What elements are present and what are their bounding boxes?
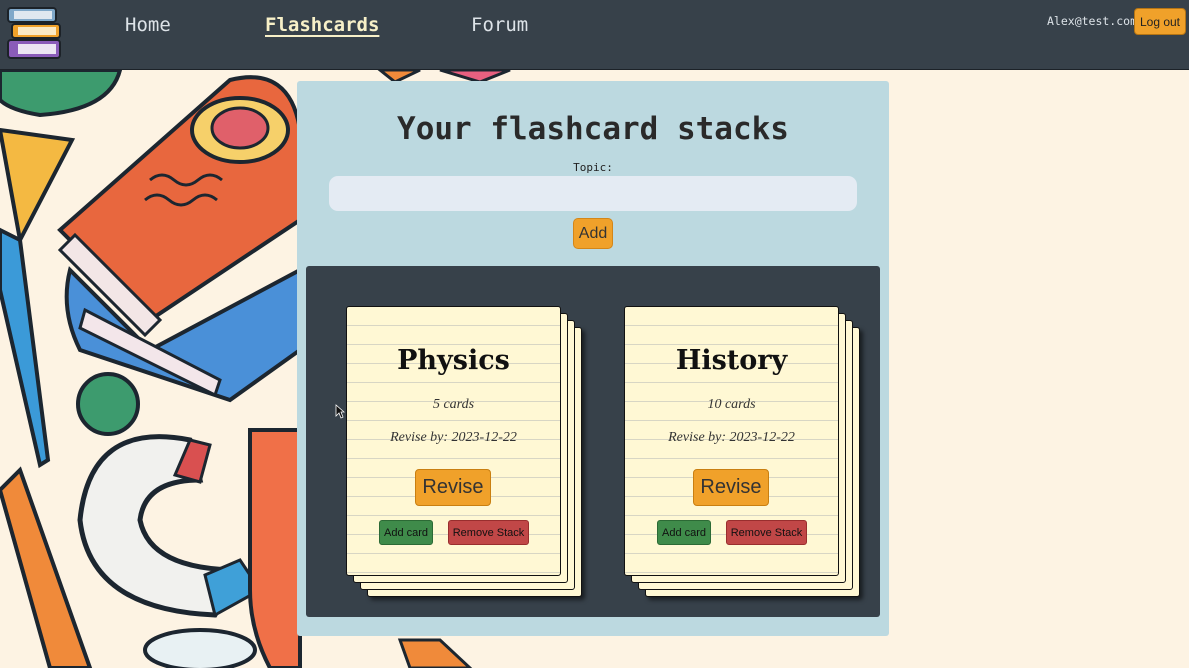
topic-input[interactable] [329, 176, 857, 211]
remove-stack-button[interactable]: Remove Stack [726, 520, 807, 545]
revise-button[interactable]: Revise [693, 469, 769, 506]
stacked-books-logo-icon[interactable] [6, 6, 62, 64]
stack-title: History [675, 345, 788, 376]
user-email: Alex@test.com [1047, 14, 1138, 28]
page-title: Your flashcard stacks [397, 111, 789, 147]
stack-card-physics: Physics 5 cards Revise by: 2023-12-22 Re… [346, 306, 586, 601]
stack-title: Physics [397, 345, 510, 376]
topic-label: Topic: [573, 161, 613, 174]
mouse-pointer-icon [335, 404, 345, 419]
stack-card-history: History 10 cards Revise by: 2023-12-22 R… [624, 306, 864, 601]
revise-button[interactable]: Revise [415, 469, 491, 506]
nav-link-home[interactable]: Home [125, 14, 171, 36]
top-navbar: Home Flashcards Forum Alex@test.com Log … [0, 0, 1189, 70]
card-front: History 10 cards Revise by: 2023-12-22 R… [624, 306, 839, 576]
card-front: Physics 5 cards Revise by: 2023-12-22 Re… [346, 306, 561, 576]
stacks-container: Physics 5 cards Revise by: 2023-12-22 Re… [306, 266, 880, 617]
revise-by-date: Revise by: 2023-12-22 [390, 430, 517, 445]
nav-link-forum[interactable]: Forum [471, 14, 528, 36]
add-card-button[interactable]: Add card [379, 520, 433, 545]
remove-stack-button[interactable]: Remove Stack [448, 520, 529, 545]
logout-button[interactable]: Log out [1134, 8, 1186, 35]
nav-link-flashcards[interactable]: Flashcards [265, 14, 379, 36]
add-stack-button[interactable]: Add [573, 218, 613, 249]
card-count: 10 cards [707, 397, 756, 412]
revise-by-date: Revise by: 2023-12-22 [668, 430, 795, 445]
add-card-button[interactable]: Add card [657, 520, 711, 545]
card-count: 5 cards [432, 397, 475, 412]
flashcard-panel: Your flashcard stacks Topic: Add Physics… [297, 81, 889, 636]
